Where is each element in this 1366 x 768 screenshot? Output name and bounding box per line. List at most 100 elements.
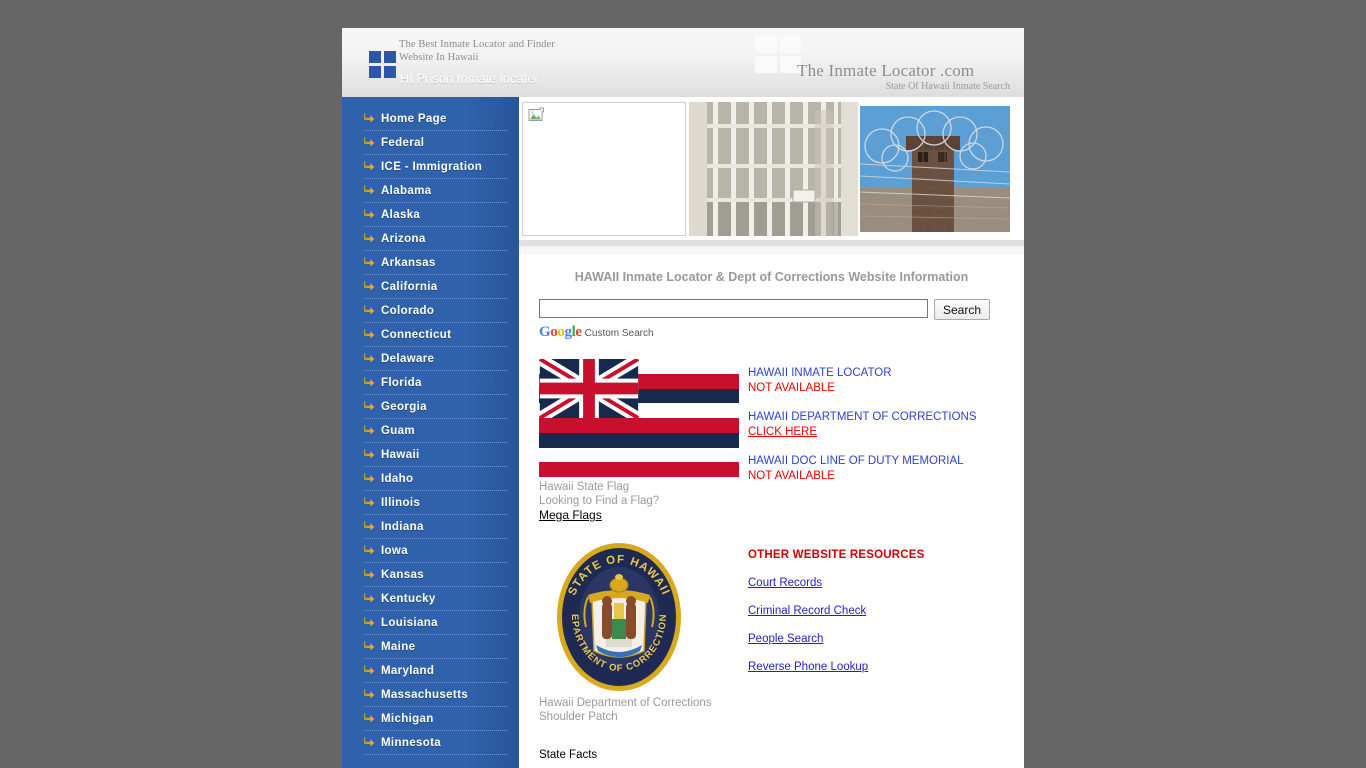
sidebar-item-delaware[interactable]: Delaware — [364, 347, 507, 371]
agency-links-column: HAWAII INMATE LOCATOR NOT AVAILABLE HAWAII… — [748, 366, 1018, 498]
arrow-down-right-icon — [364, 233, 374, 243]
banner-image-3 — [860, 106, 1010, 232]
banner-image-2 — [689, 102, 858, 236]
main-content: HAWAII Inmate Locator & Dept of Correcti… — [519, 97, 1024, 768]
arrow-down-right-icon — [364, 473, 374, 483]
sidebar-item-label: Maryland — [381, 664, 435, 677]
union-jack-canton — [539, 359, 639, 418]
sidebar-item-kansas[interactable]: Kansas — [364, 563, 507, 587]
site-header: The Best Inmate Locator and Finder Websi… — [342, 28, 1024, 97]
four-square-grid-icon — [369, 51, 396, 78]
arrow-down-right-icon — [364, 113, 374, 123]
resource-link-court-records[interactable]: Court Records — [748, 577, 1008, 589]
resources-list: Court Records Criminal Record Check People… — [748, 577, 1008, 673]
sidebar-item-guam[interactable]: Guam — [364, 419, 507, 443]
arrow-down-right-icon — [364, 713, 374, 723]
arrow-down-right-icon — [364, 305, 374, 315]
sidebar-item-label: ICE - Immigration — [381, 160, 483, 173]
resource-link-criminal-record-check[interactable]: Criminal Record Check — [748, 605, 1008, 617]
banner-strip — [519, 97, 1024, 254]
sidebar-nav: Home Page Federal ICE - Immigration Alabama… — [342, 97, 519, 768]
sidebar-item-label: Maine — [381, 640, 416, 653]
broken-image-icon — [528, 107, 545, 121]
search-button[interactable]: Search — [934, 299, 991, 320]
arrow-down-right-icon — [364, 377, 374, 387]
arrow-down-right-icon — [364, 689, 374, 699]
sidebar-item-label: Illinois — [381, 496, 421, 509]
header-tagline-line2: Website In Hawaii — [399, 51, 479, 63]
arrow-down-right-icon — [364, 617, 374, 627]
sidebar-item-label: Idaho — [381, 472, 414, 485]
sidebar-item-kentucky[interactable]: Kentucky — [364, 587, 507, 611]
sidebar-item-arizona[interactable]: Arizona — [364, 227, 507, 251]
sidebar-item-illinois[interactable]: Illinois — [364, 491, 507, 515]
sidebar-item-minnesota[interactable]: Minnesota — [364, 731, 507, 755]
flag-caption: Hawaii State Flag Looking to Find a Flag… — [539, 480, 659, 508]
google-logo-icon: Google — [539, 324, 582, 340]
sidebar-item-alabama[interactable]: Alabama — [364, 179, 507, 203]
content-area: HAWAII Inmate Locator & Dept of Correcti… — [519, 270, 1024, 761]
sidebar-item-label: Delaware — [381, 352, 435, 365]
arrow-down-right-icon — [364, 401, 374, 411]
agency-link-block: HAWAII DEPARTMENT OF CORRECTIONS CLICK HE… — [748, 410, 1018, 440]
sidebar-item-indiana[interactable]: Indiana — [364, 515, 507, 539]
agency-link-title: HAWAII DOC LINE OF DUTY MEMORIAL — [748, 455, 964, 467]
sidebar-item-michigan[interactable]: Michigan — [364, 707, 507, 731]
sidebar-item-label: Louisiana — [381, 616, 438, 629]
arrow-down-right-icon — [364, 665, 374, 675]
agency-link-action[interactable]: CLICK HERE — [748, 425, 1018, 440]
mega-flags-link[interactable]: Mega Flags — [539, 508, 602, 522]
doc-shoulder-patch-image: STATE OF HAWAII DEPARTMENT OF CORRECTION… — [540, 533, 694, 693]
sidebar-item-label: Indiana — [381, 520, 424, 533]
other-resources-section: OTHER WEBSITE RESOURCES Court Records Cri… — [748, 549, 1008, 689]
sidebar-item-idaho[interactable]: Idaho — [364, 467, 507, 491]
arrow-down-right-icon — [364, 545, 374, 555]
sidebar-item-california[interactable]: California — [364, 275, 507, 299]
sidebar-item-label: Alaska — [381, 208, 421, 221]
banner-image-1 — [522, 102, 686, 236]
search-input[interactable] — [539, 299, 928, 318]
google-custom-search-branding: Google Custom Search — [539, 324, 1024, 341]
agency-link-status: NOT AVAILABLE — [748, 470, 835, 482]
sidebar-item-home-page[interactable]: Home Page — [364, 107, 507, 131]
sidebar-item-maryland[interactable]: Maryland — [364, 659, 507, 683]
sidebar-item-label: Florida — [381, 376, 422, 389]
agency-link-status: NOT AVAILABLE — [748, 382, 835, 394]
sidebar-item-iowa[interactable]: Iowa — [364, 539, 507, 563]
patch-caption: Hawaii Department of Corrections Shoulde… — [539, 696, 712, 724]
sidebar-item-georgia[interactable]: Georgia — [364, 395, 507, 419]
arrow-down-right-icon — [364, 329, 374, 339]
sidebar-item-connecticut[interactable]: Connecticut — [364, 323, 507, 347]
sidebar-item-hawaii[interactable]: Hawaii — [364, 443, 507, 467]
flag-caption-line1: Hawaii State Flag — [539, 481, 630, 493]
sidebar-item-arkansas[interactable]: Arkansas — [364, 251, 507, 275]
sidebar-item-label: Michigan — [381, 712, 434, 725]
sidebar-item-colorado[interactable]: Colorado — [364, 299, 507, 323]
arrow-down-right-icon — [364, 569, 374, 579]
body-columns: Home Page Federal ICE - Immigration Alabama… — [342, 97, 1024, 768]
sidebar-item-maine[interactable]: Maine — [364, 635, 507, 659]
arrow-down-right-icon — [364, 257, 374, 267]
sidebar-item-label: California — [381, 280, 438, 293]
arrow-down-right-icon — [364, 497, 374, 507]
sidebar-item-label: Alabama — [381, 184, 432, 197]
resource-link-reverse-phone-lookup[interactable]: Reverse Phone Lookup — [748, 661, 1008, 673]
sidebar-item-massachusetts[interactable]: Massachusetts — [364, 683, 507, 707]
sidebar-item-federal[interactable]: Federal — [364, 131, 507, 155]
sidebar-item-label: Hawaii — [381, 448, 420, 461]
flag-caption-line2: Looking to Find a Flag? — [539, 495, 660, 507]
sidebar-item-ice-immigration[interactable]: ICE - Immigration — [364, 155, 507, 179]
resource-link-people-search[interactable]: People Search — [748, 633, 1008, 645]
sidebar-item-florida[interactable]: Florida — [364, 371, 507, 395]
sidebar-item-alaska[interactable]: Alaska — [364, 203, 507, 227]
arrow-down-right-icon — [364, 641, 374, 651]
sidebar-item-label: Iowa — [381, 544, 408, 557]
sidebar-item-louisiana[interactable]: Louisiana — [364, 611, 507, 635]
watermark-grid-icon — [755, 36, 801, 73]
arrow-down-right-icon — [364, 737, 374, 747]
brand-name: The Inmate Locator .com — [797, 61, 975, 80]
hawaii-state-flag-image — [539, 359, 739, 477]
page-container: The Best Inmate Locator and Finder Websi… — [342, 28, 1024, 768]
site-title: HI Prison Inmate locater — [400, 72, 539, 86]
banner-separator-2 — [519, 246, 1024, 254]
